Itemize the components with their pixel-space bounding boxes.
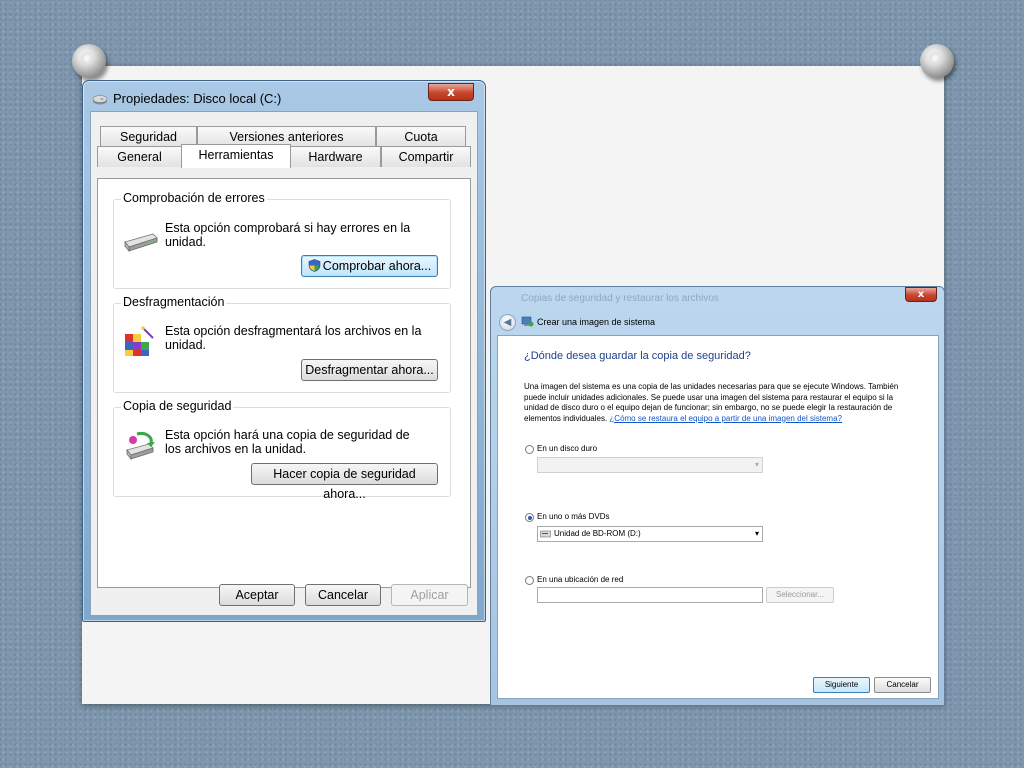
apply-button[interactable]: Aplicar	[391, 584, 468, 606]
cancel-button[interactable]: Cancelar	[874, 677, 931, 693]
defrag-icon	[125, 326, 154, 356]
backup-icon	[126, 432, 155, 461]
close-button[interactable]: x	[905, 287, 937, 302]
wizard-description: Una imagen del sistema es una copia de l…	[524, 382, 904, 424]
hard-drive-icon	[124, 233, 158, 252]
hard-disk-label: En un disco duro	[537, 444, 598, 453]
shield-icon	[308, 259, 321, 272]
hard-disk-dropdown[interactable]: ▾	[537, 457, 763, 473]
network-location-input[interactable]	[537, 587, 763, 603]
system-image-icon	[521, 316, 534, 327]
drive-icon	[92, 95, 108, 105]
tab-general[interactable]: General	[97, 146, 182, 167]
chevron-down-icon: ▾	[754, 460, 759, 469]
defragment-now-button[interactable]: Desfragmentar ahora...	[301, 359, 438, 381]
defrag-group: Desfragmentación Esta opción desfragment…	[113, 295, 451, 393]
window-title: Propiedades: Disco local (C:)	[113, 91, 282, 106]
pushpin-icon	[72, 44, 106, 78]
error-check-group: Comprobación de errores Esta opción comp…	[113, 191, 451, 289]
group-label: Desfragmentación	[121, 295, 227, 309]
back-arrow-icon: ◀	[503, 317, 512, 328]
window-client-area: Seguridad Versiones anteriores Cuota Gen…	[90, 111, 478, 616]
tab-hardware[interactable]: Hardware	[290, 146, 381, 167]
backup-group: Copia de seguridad Esta opción hará una …	[113, 399, 451, 501]
defrag-description: Esta opción desfragmentará los archivos …	[165, 324, 422, 352]
pushpin-icon	[920, 44, 954, 78]
wizard-content: ¿Dónde desea guardar la copia de segurid…	[497, 335, 939, 699]
close-button[interactable]: x	[428, 83, 474, 101]
hard-disk-radio[interactable]	[525, 445, 534, 454]
group-label: Copia de seguridad	[121, 399, 234, 413]
background-window-title: Copias de seguridad y restaurar los arch…	[521, 293, 719, 304]
back-button[interactable]: ◀	[499, 314, 516, 331]
tab-compartir[interactable]: Compartir	[381, 146, 471, 167]
group-label: Comprobación de errores	[121, 191, 267, 205]
tab-cuota[interactable]: Cuota	[376, 126, 466, 147]
cancel-button[interactable]: Cancelar	[305, 584, 381, 606]
network-radio[interactable]	[525, 576, 534, 585]
check-now-button[interactable]: Comprobar ahora...	[301, 255, 438, 277]
chevron-down-icon: ▾	[754, 529, 759, 538]
optical-drive-icon	[540, 530, 551, 538]
ok-button[interactable]: Aceptar	[219, 584, 295, 606]
backup-now-button[interactable]: Hacer copia de seguridad ahora...	[251, 463, 438, 501]
dvd-radio[interactable]	[525, 513, 534, 522]
dvd-label: En uno o más DVDs	[537, 512, 610, 521]
wizard-title: Crear una imagen de sistema	[537, 317, 656, 327]
network-label: En una ubicación de red	[537, 575, 624, 584]
create-system-image-window: Copias de seguridad y restaurar los arch…	[490, 286, 945, 706]
next-button[interactable]: Siguiente	[813, 677, 870, 693]
wizard-heading: ¿Dónde desea guardar la copia de segurid…	[524, 350, 751, 362]
disk-properties-window: Propiedades: Disco local (C:) x Segurida…	[82, 80, 486, 622]
dvd-drive-value: Unidad de BD-ROM (D:)	[554, 529, 641, 538]
tab-panel-herramientas: Comprobación de errores Esta opción comp…	[97, 178, 471, 588]
backup-description: Esta opción hará una copia de seguridad …	[165, 428, 410, 456]
tab-herramientas[interactable]: Herramientas	[181, 144, 291, 168]
help-link[interactable]: ¿Cómo se restaura el equipo a partir de …	[609, 414, 842, 423]
dvd-drive-dropdown[interactable]: Unidad de BD-ROM (D:) ▾	[537, 526, 763, 542]
check-now-label: Comprobar ahora...	[322, 259, 432, 273]
select-location-button[interactable]: Seleccionar...	[766, 587, 834, 603]
error-check-description: Esta opción comprobará si hay errores en…	[165, 221, 411, 249]
